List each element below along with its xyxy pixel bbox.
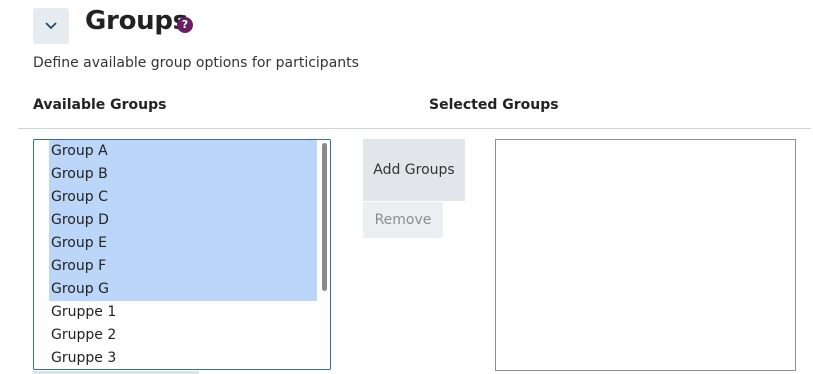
available-groups-listbox[interactable]: Group A Group B Group C Group D Group E Group…	[33, 139, 331, 370]
list-item[interactable]: Group D	[49, 209, 317, 232]
selected-groups-listbox[interactable]	[495, 139, 796, 371]
list-item[interactable]: Group E	[49, 232, 317, 255]
available-groups-list: Group A Group B Group C Group D Group E Group…	[49, 140, 317, 369]
list-item[interactable]: Gruppe 1	[49, 301, 317, 324]
remove-button[interactable]: Remove	[363, 202, 443, 238]
list-item[interactable]: Group A	[49, 140, 317, 163]
list-item[interactable]: Group B	[49, 163, 317, 186]
help-icon[interactable]: ?	[177, 17, 193, 33]
list-item[interactable]: Gruppe 3	[49, 347, 317, 369]
available-groups-label: Available Groups	[33, 97, 167, 113]
selected-groups-label: Selected Groups	[429, 97, 559, 113]
list-item[interactable]: Group G	[49, 278, 317, 301]
add-groups-button[interactable]: Add Groups	[363, 139, 465, 201]
divider	[18, 128, 811, 129]
scrollbar-thumb[interactable]	[322, 143, 327, 291]
section-description: Define available group options for parti…	[33, 55, 359, 71]
list-item[interactable]: Group C	[49, 186, 317, 209]
chevron-down-icon	[45, 22, 57, 30]
section-title: Groups	[85, 6, 188, 36]
collapse-section-button[interactable]	[33, 8, 69, 44]
list-item[interactable]: Gruppe 2	[49, 324, 317, 347]
list-item[interactable]: Group F	[49, 255, 317, 278]
